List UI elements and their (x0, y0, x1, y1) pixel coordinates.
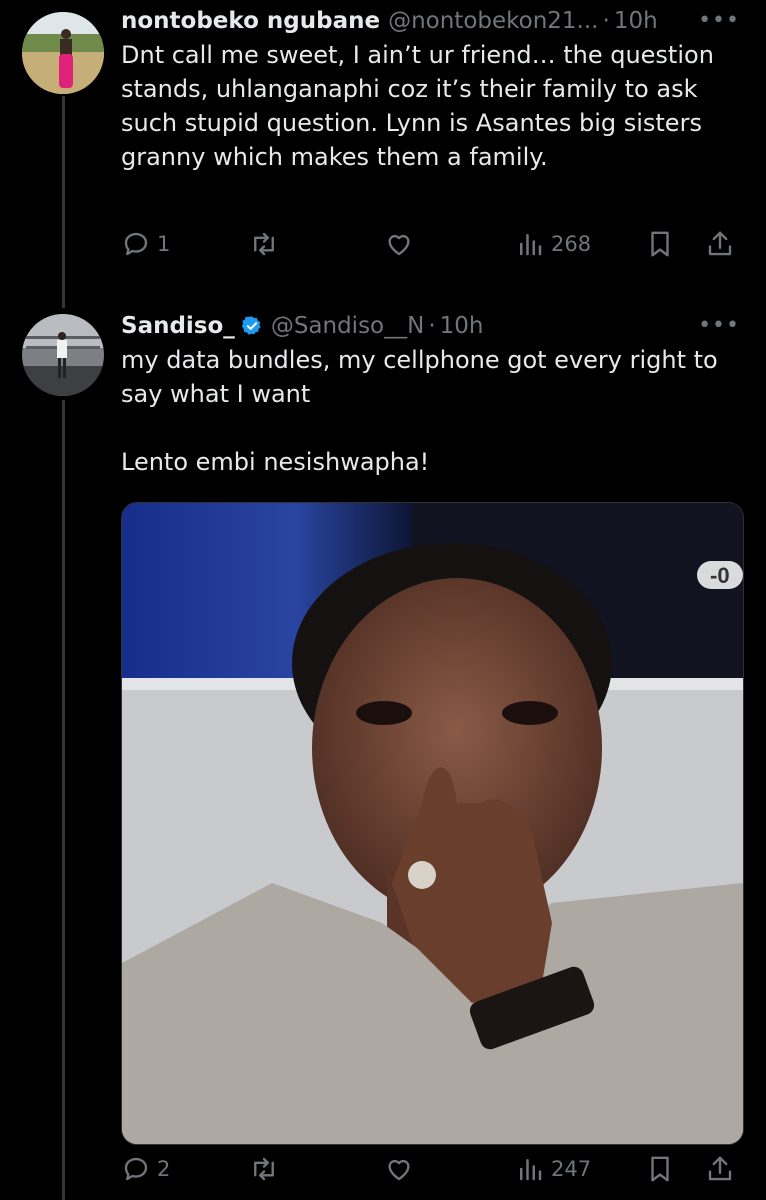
share-icon (708, 1156, 732, 1181)
timestamp[interactable]: 10h (440, 313, 484, 339)
user-handle[interactable]: @Sandiso__N (271, 313, 425, 339)
tweet-text: my data bundles, my cellphone got every … (121, 346, 718, 476)
tweet-actions: 1 268 (121, 229, 740, 269)
reply-button[interactable]: 1 (121, 229, 170, 259)
timestamp[interactable]: 10h (614, 8, 658, 34)
tweet-media-image[interactable]: -0 (121, 502, 744, 1145)
like-button[interactable] (384, 229, 414, 259)
views-button[interactable]: 268 (515, 229, 591, 259)
retweet-button[interactable] (249, 229, 279, 259)
reply-icon (124, 232, 148, 256)
tweet[interactable]: nontobeko ngubane @nontobekon21... · 10h… (121, 4, 740, 174)
user-handle[interactable]: @nontobekon21... (388, 8, 598, 34)
retweet-icon (254, 1157, 274, 1181)
share-icon (708, 231, 732, 256)
bookmark-icon (651, 1156, 669, 1182)
display-name[interactable]: Sandiso_ (121, 313, 235, 339)
thread-connector-line (62, 96, 65, 308)
display-name[interactable]: nontobeko ngubane (121, 8, 380, 34)
reply-count: 2 (157, 1157, 171, 1181)
tweet-header: nontobeko ngubane @nontobekon21... · 10h (121, 4, 740, 38)
views-count: 247 (551, 1157, 592, 1181)
svg-text:-0: -0 (710, 563, 730, 588)
more-icon[interactable]: ••• (698, 313, 740, 338)
tweet-header: Sandiso_ @Sandiso__N · 10h (121, 309, 740, 343)
tweet[interactable]: Sandiso_ @Sandiso__N · 10h ••• my data b… (121, 309, 740, 479)
reply-button[interactable]: 2 (121, 1154, 170, 1184)
bookmark-button[interactable] (645, 1154, 675, 1184)
views-icon (520, 234, 542, 256)
separator: · (602, 8, 610, 34)
views-count: 268 (551, 232, 592, 256)
bookmark-button[interactable] (645, 229, 675, 259)
separator: · (428, 313, 436, 339)
reply-icon (124, 1157, 148, 1181)
views-icon (520, 1159, 542, 1181)
retweet-icon (254, 232, 274, 256)
verified-badge-icon (241, 316, 261, 335)
retweet-button[interactable] (249, 1154, 279, 1184)
bookmark-icon (651, 231, 669, 257)
more-icon[interactable]: ••• (698, 8, 740, 33)
reply-count: 1 (157, 232, 171, 256)
like-icon (388, 1159, 410, 1181)
thread-connector-line (62, 400, 65, 1200)
tweet-actions: 2 247 (121, 1154, 740, 1194)
share-button[interactable] (705, 229, 735, 259)
views-button[interactable]: 247 (515, 1154, 591, 1184)
avatar[interactable] (22, 12, 104, 94)
share-button[interactable] (705, 1154, 735, 1184)
like-icon (388, 234, 410, 256)
tweet-text: Dnt call me sweet, I ain’t ur friend… th… (121, 41, 722, 171)
avatar[interactable] (22, 314, 104, 396)
like-button[interactable] (384, 1154, 414, 1184)
